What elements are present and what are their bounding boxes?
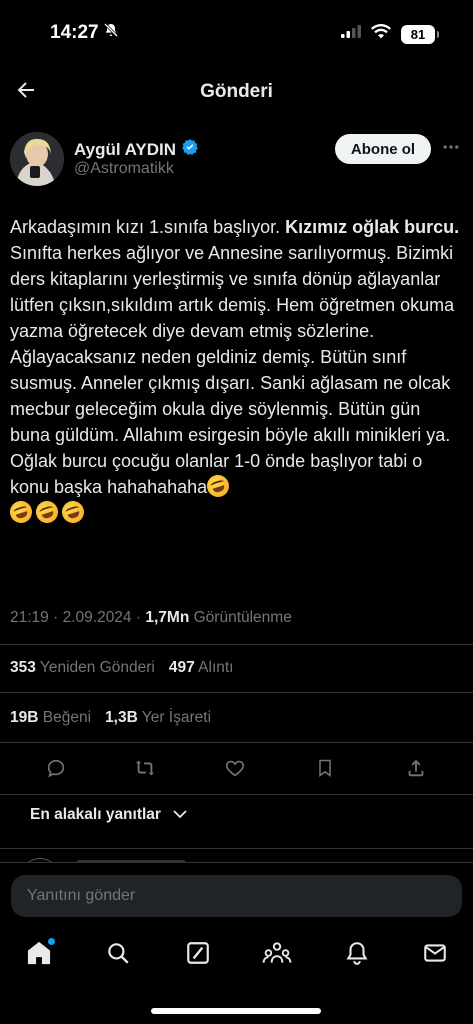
home-indicator[interactable] (151, 1008, 321, 1014)
reply-sort-dropdown[interactable]: En alakalı yanıtlar (30, 806, 187, 824)
bottom-tab-bar (0, 932, 473, 982)
meta-separator: · (135, 609, 142, 626)
share-icon (405, 757, 427, 784)
post-text-part-1: Arkadaşımın kızı 1.sınıfa başlıyor. (10, 217, 286, 237)
back-button[interactable] (10, 76, 42, 108)
views-label: Görüntülenme (193, 609, 292, 626)
battery-level: 81 (410, 26, 426, 42)
tab-search[interactable] (103, 940, 133, 970)
bookmarks-label: Yer İşareti (141, 709, 212, 726)
more-options-button[interactable] (438, 136, 464, 162)
reposts-count: 353 (10, 659, 36, 676)
reply-input[interactable]: Yanıtını gönder (11, 875, 462, 917)
bookmarks-count: 1,3B (105, 709, 138, 726)
bookmarks-stat[interactable]: 1,3B Yer İşareti (105, 709, 211, 727)
notification-dot (48, 938, 55, 945)
verified-badge-icon (181, 138, 199, 161)
meta-separator: · (53, 609, 59, 626)
post-date[interactable]: 2.09.2024 (63, 609, 132, 626)
rolling-on-floor-laughing-emoji-icon (7, 498, 35, 526)
rolling-on-floor-laughing-emoji-icon (204, 472, 233, 500)
author-row: Aygül AYDIN @Astromatikk Abone ol (10, 128, 463, 188)
reposts-label: Yeniden Gönderi (39, 659, 155, 676)
quotes-stat[interactable]: 497 Alıntı (169, 659, 234, 677)
wifi-icon (371, 24, 391, 44)
repost-button[interactable] (131, 756, 159, 784)
likes-count: 19B (10, 709, 39, 726)
heart-icon (224, 757, 246, 784)
divider (0, 644, 473, 645)
rolling-on-floor-laughing-emoji-icon (59, 498, 87, 526)
divider (0, 742, 473, 743)
likes-stat[interactable]: 19B Beğeni (10, 709, 91, 727)
bookmark-icon (315, 757, 335, 784)
chevron-down-icon (173, 806, 187, 824)
more-horizontal-icon (441, 137, 461, 162)
battery-indicator: 81 (401, 24, 439, 44)
divider (0, 794, 473, 795)
status-time: 14:27 (50, 22, 99, 43)
status-time-group: 14:27 (50, 22, 119, 44)
post-actions (0, 752, 473, 788)
avatar[interactable] (10, 132, 64, 186)
share-button[interactable] (402, 756, 430, 784)
top-nav: Gönderi (0, 70, 473, 114)
post-text: Arkadaşımın kızı 1.sınıfa başlıyor. Kızı… (7, 214, 460, 526)
bell-muted-icon (103, 22, 119, 44)
quotes-count: 497 (168, 659, 195, 676)
reply-composer: Yanıtını gönder (0, 862, 473, 932)
tab-grok[interactable] (183, 940, 213, 970)
stats-reposts-row: 353 Yeniden Gönderi 497 Alıntı (10, 659, 233, 677)
post-text-part-2: Sınıfta herkes ağlıyor ve Annesine sarıl… (10, 217, 465, 497)
follow-button[interactable]: Abone ol (335, 134, 431, 164)
tab-communities[interactable] (262, 940, 292, 970)
like-button[interactable] (221, 756, 249, 784)
reply-button[interactable] (42, 756, 70, 784)
author-handle[interactable]: @Astromatikk (74, 160, 174, 178)
stats-likes-row: 19B Beğeni 1,3B Yer İşareti (10, 709, 211, 727)
post-time[interactable]: 21:19 (10, 609, 49, 626)
repost-icon (133, 757, 157, 784)
status-right: 81 (341, 24, 439, 44)
likes-label: Beğeni (42, 709, 92, 726)
reply-sort-label: En alakalı yanıtlar (30, 806, 161, 823)
quotes-label: Alıntı (198, 659, 234, 676)
views-count: 1,7Mn (145, 609, 190, 626)
post-text-bold: Kızımız oğlak burcu. (285, 217, 460, 237)
divider (0, 848, 473, 849)
notifications-icon (344, 940, 370, 971)
search-icon (105, 940, 131, 971)
reposts-stat[interactable]: 353 Yeniden Gönderi (10, 659, 155, 677)
messages-icon (422, 940, 448, 971)
author-name-group[interactable]: Aygül AYDIN (74, 138, 199, 161)
bookmark-button[interactable] (311, 756, 339, 784)
rolling-on-floor-laughing-emoji-icon (33, 498, 61, 526)
grok-icon (185, 940, 211, 971)
reply-icon (45, 757, 67, 784)
tab-notifications[interactable] (342, 940, 372, 970)
divider (0, 692, 473, 693)
arrow-left-icon (14, 78, 38, 107)
post-meta: 21:19 · 2.09.2024 · 1,7Mn Görüntülenme (10, 609, 292, 627)
tab-messages[interactable] (420, 940, 450, 970)
author-name[interactable]: Aygül AYDIN (74, 140, 176, 160)
status-bar: 14:27 81 (0, 0, 473, 70)
communities-icon (262, 940, 292, 971)
cellular-signal-icon (341, 25, 361, 43)
page-title: Gönderi (200, 81, 273, 102)
tab-home[interactable] (24, 938, 55, 970)
